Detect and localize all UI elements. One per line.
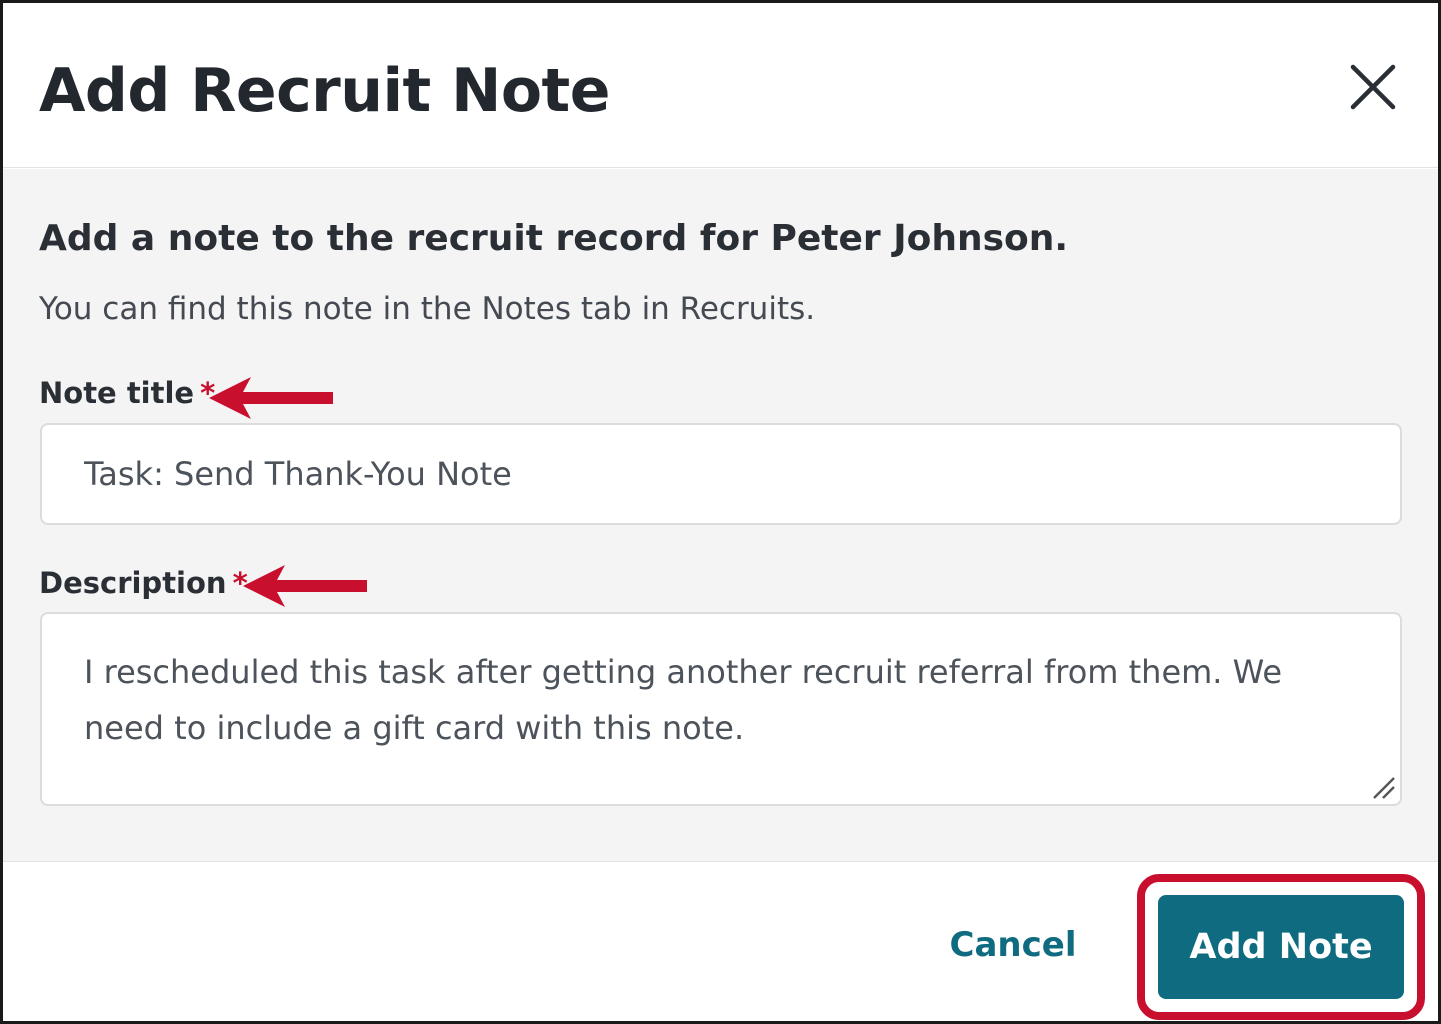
description-text[interactable]: I rescheduled this task after getting an… <box>84 644 1324 756</box>
dialog-body: Add a note to the recruit record for Pet… <box>3 169 1438 861</box>
note-title-label-text: Note title <box>39 376 195 410</box>
dialog-footer: Cancel Add Note <box>3 861 1438 1021</box>
description-label-text: Description <box>39 566 227 600</box>
description-label: Description * <box>39 565 248 601</box>
dialog-header: Add Recruit Note <box>3 3 1438 168</box>
note-title-label: Note title * <box>39 375 215 411</box>
arrow-left-icon <box>243 565 367 607</box>
close-icon <box>1350 64 1396 110</box>
arrow-left-icon <box>209 377 333 419</box>
cancel-button[interactable]: Cancel <box>933 910 1093 980</box>
add-note-button[interactable]: Add Note <box>1158 895 1404 999</box>
resize-handle-icon[interactable] <box>1370 774 1396 800</box>
add-recruit-note-dialog: Add Recruit Note Add a note to the recru… <box>0 0 1441 1024</box>
close-button[interactable] <box>1343 57 1403 117</box>
dialog-title: Add Recruit Note <box>39 56 610 126</box>
note-title-input[interactable] <box>40 423 1402 525</box>
helper-text: You can find this note in the Notes tab … <box>39 291 816 327</box>
dialog-subtitle: Add a note to the recruit record for Pet… <box>39 218 1069 259</box>
description-textarea[interactable]: I rescheduled this task after getting an… <box>40 612 1402 806</box>
